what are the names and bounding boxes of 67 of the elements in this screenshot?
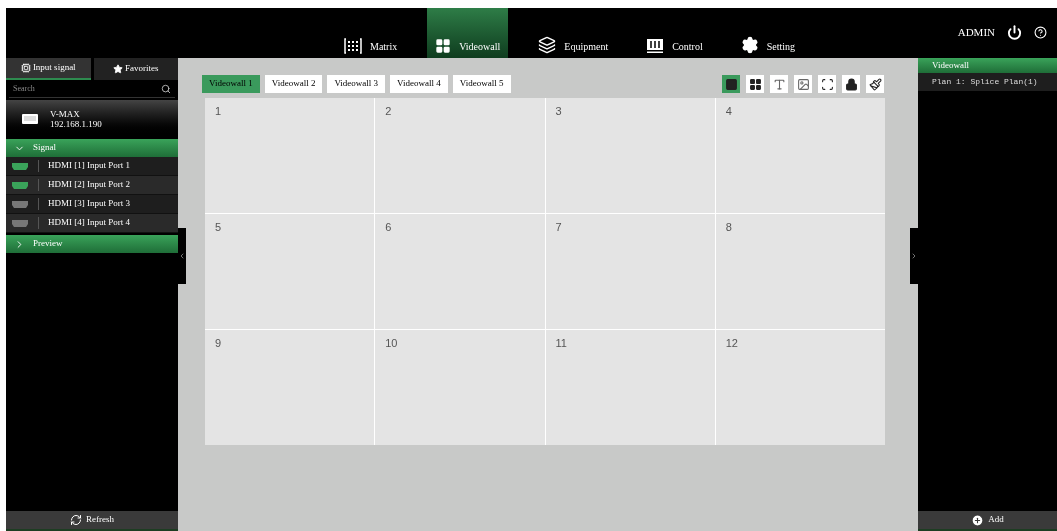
signal-label: HDMI [4] Input Port 4 xyxy=(48,216,130,230)
sliders-icon xyxy=(646,38,665,54)
tool-button[interactable] xyxy=(866,75,884,93)
tool-button[interactable] xyxy=(818,75,836,93)
videowall-tab[interactable]: Videowall 4 xyxy=(390,75,448,93)
chip-icon xyxy=(20,63,31,73)
help-icon[interactable] xyxy=(1034,25,1047,39)
screen-cell[interactable]: 12 xyxy=(715,330,885,445)
signal-label: HDMI [1] Input Port 1 xyxy=(48,159,130,173)
collapse-handle[interactable] xyxy=(910,228,918,284)
screen-cell[interactable]: 9 xyxy=(205,330,375,445)
videowall-tab[interactable]: Videowall 5 xyxy=(452,75,511,93)
text-icon xyxy=(772,77,786,91)
panel-tab[interactable]: Favorites xyxy=(93,58,178,80)
nav-tab[interactable]: Matrix xyxy=(336,8,406,58)
screen-cell[interactable]: 3 xyxy=(545,98,715,213)
tool-button[interactable] xyxy=(746,75,764,93)
device-icon xyxy=(22,112,38,125)
collapse-handle[interactable] xyxy=(178,228,186,284)
signal-item[interactable]: HDMI [3] Input Port 3 xyxy=(6,195,178,214)
nav-tab[interactable]: Videowall xyxy=(427,8,509,58)
videowall-tab[interactable]: Videowall 1 xyxy=(202,75,260,93)
section-header[interactable]: Signal xyxy=(6,139,178,157)
signal-label: HDMI [3] Input Port 3 xyxy=(48,197,130,211)
signal-item[interactable]: HDMI [4] Input Port 4 xyxy=(6,214,178,233)
brush-icon xyxy=(868,77,882,91)
layers-icon xyxy=(538,36,557,54)
videowall-tab[interactable]: Videowall 2 xyxy=(264,75,323,93)
screen-cell[interactable]: 11 xyxy=(545,330,715,445)
nav-tab[interactable]: Control xyxy=(638,8,711,58)
refresh-button[interactable]: Refresh xyxy=(6,511,178,531)
star-icon xyxy=(113,64,123,74)
videowall-tab[interactable]: Videowall 3 xyxy=(327,75,386,93)
power-icon[interactable] xyxy=(1007,24,1022,40)
grid-icon xyxy=(748,77,762,91)
screen-cell[interactable]: 2 xyxy=(375,98,545,213)
chevron-icon xyxy=(178,252,186,260)
screen-cell[interactable]: 10 xyxy=(375,330,545,445)
panel-header: Videowall xyxy=(918,58,1057,73)
add-button[interactable]: Add xyxy=(918,511,1057,531)
screen-cell[interactable]: 4 xyxy=(715,98,885,213)
nav-tab[interactable]: Equipment xyxy=(530,8,617,58)
search-icon xyxy=(161,83,171,94)
nav-tab[interactable]: Setting xyxy=(732,8,804,58)
search-field[interactable]: Search xyxy=(13,82,161,95)
add-icon xyxy=(971,513,985,527)
refresh-icon xyxy=(70,514,82,526)
matrix-icon xyxy=(344,38,362,54)
device-ip: 192.168.1.190 xyxy=(50,118,102,129)
image-icon xyxy=(796,77,810,91)
screen-cell[interactable]: 8 xyxy=(715,214,885,329)
screen-cell[interactable]: 5 xyxy=(205,214,375,329)
screen-cell[interactable]: 1 xyxy=(205,98,375,213)
panel-tab[interactable]: Input signal xyxy=(6,58,91,80)
grid-icon xyxy=(435,38,452,54)
square-icon xyxy=(724,77,738,91)
device-name: V-MAX xyxy=(50,108,81,119)
screen-cell[interactable]: 6 xyxy=(375,214,545,329)
fullscreen-icon xyxy=(820,77,834,91)
plan-item[interactable]: Plan 1: Splice Plan(1) xyxy=(918,73,1057,91)
signal-item[interactable]: HDMI [2] Input Port 2 xyxy=(6,176,178,195)
chevron-icon xyxy=(910,252,918,260)
signal-label: HDMI [2] Input Port 2 xyxy=(48,178,130,192)
screen-cell[interactable]: 7 xyxy=(545,214,715,329)
signal-item[interactable]: HDMI [1] Input Port 1 xyxy=(6,157,178,176)
section-header[interactable]: Preview xyxy=(6,235,178,253)
user-name: ADMIN xyxy=(957,25,995,40)
